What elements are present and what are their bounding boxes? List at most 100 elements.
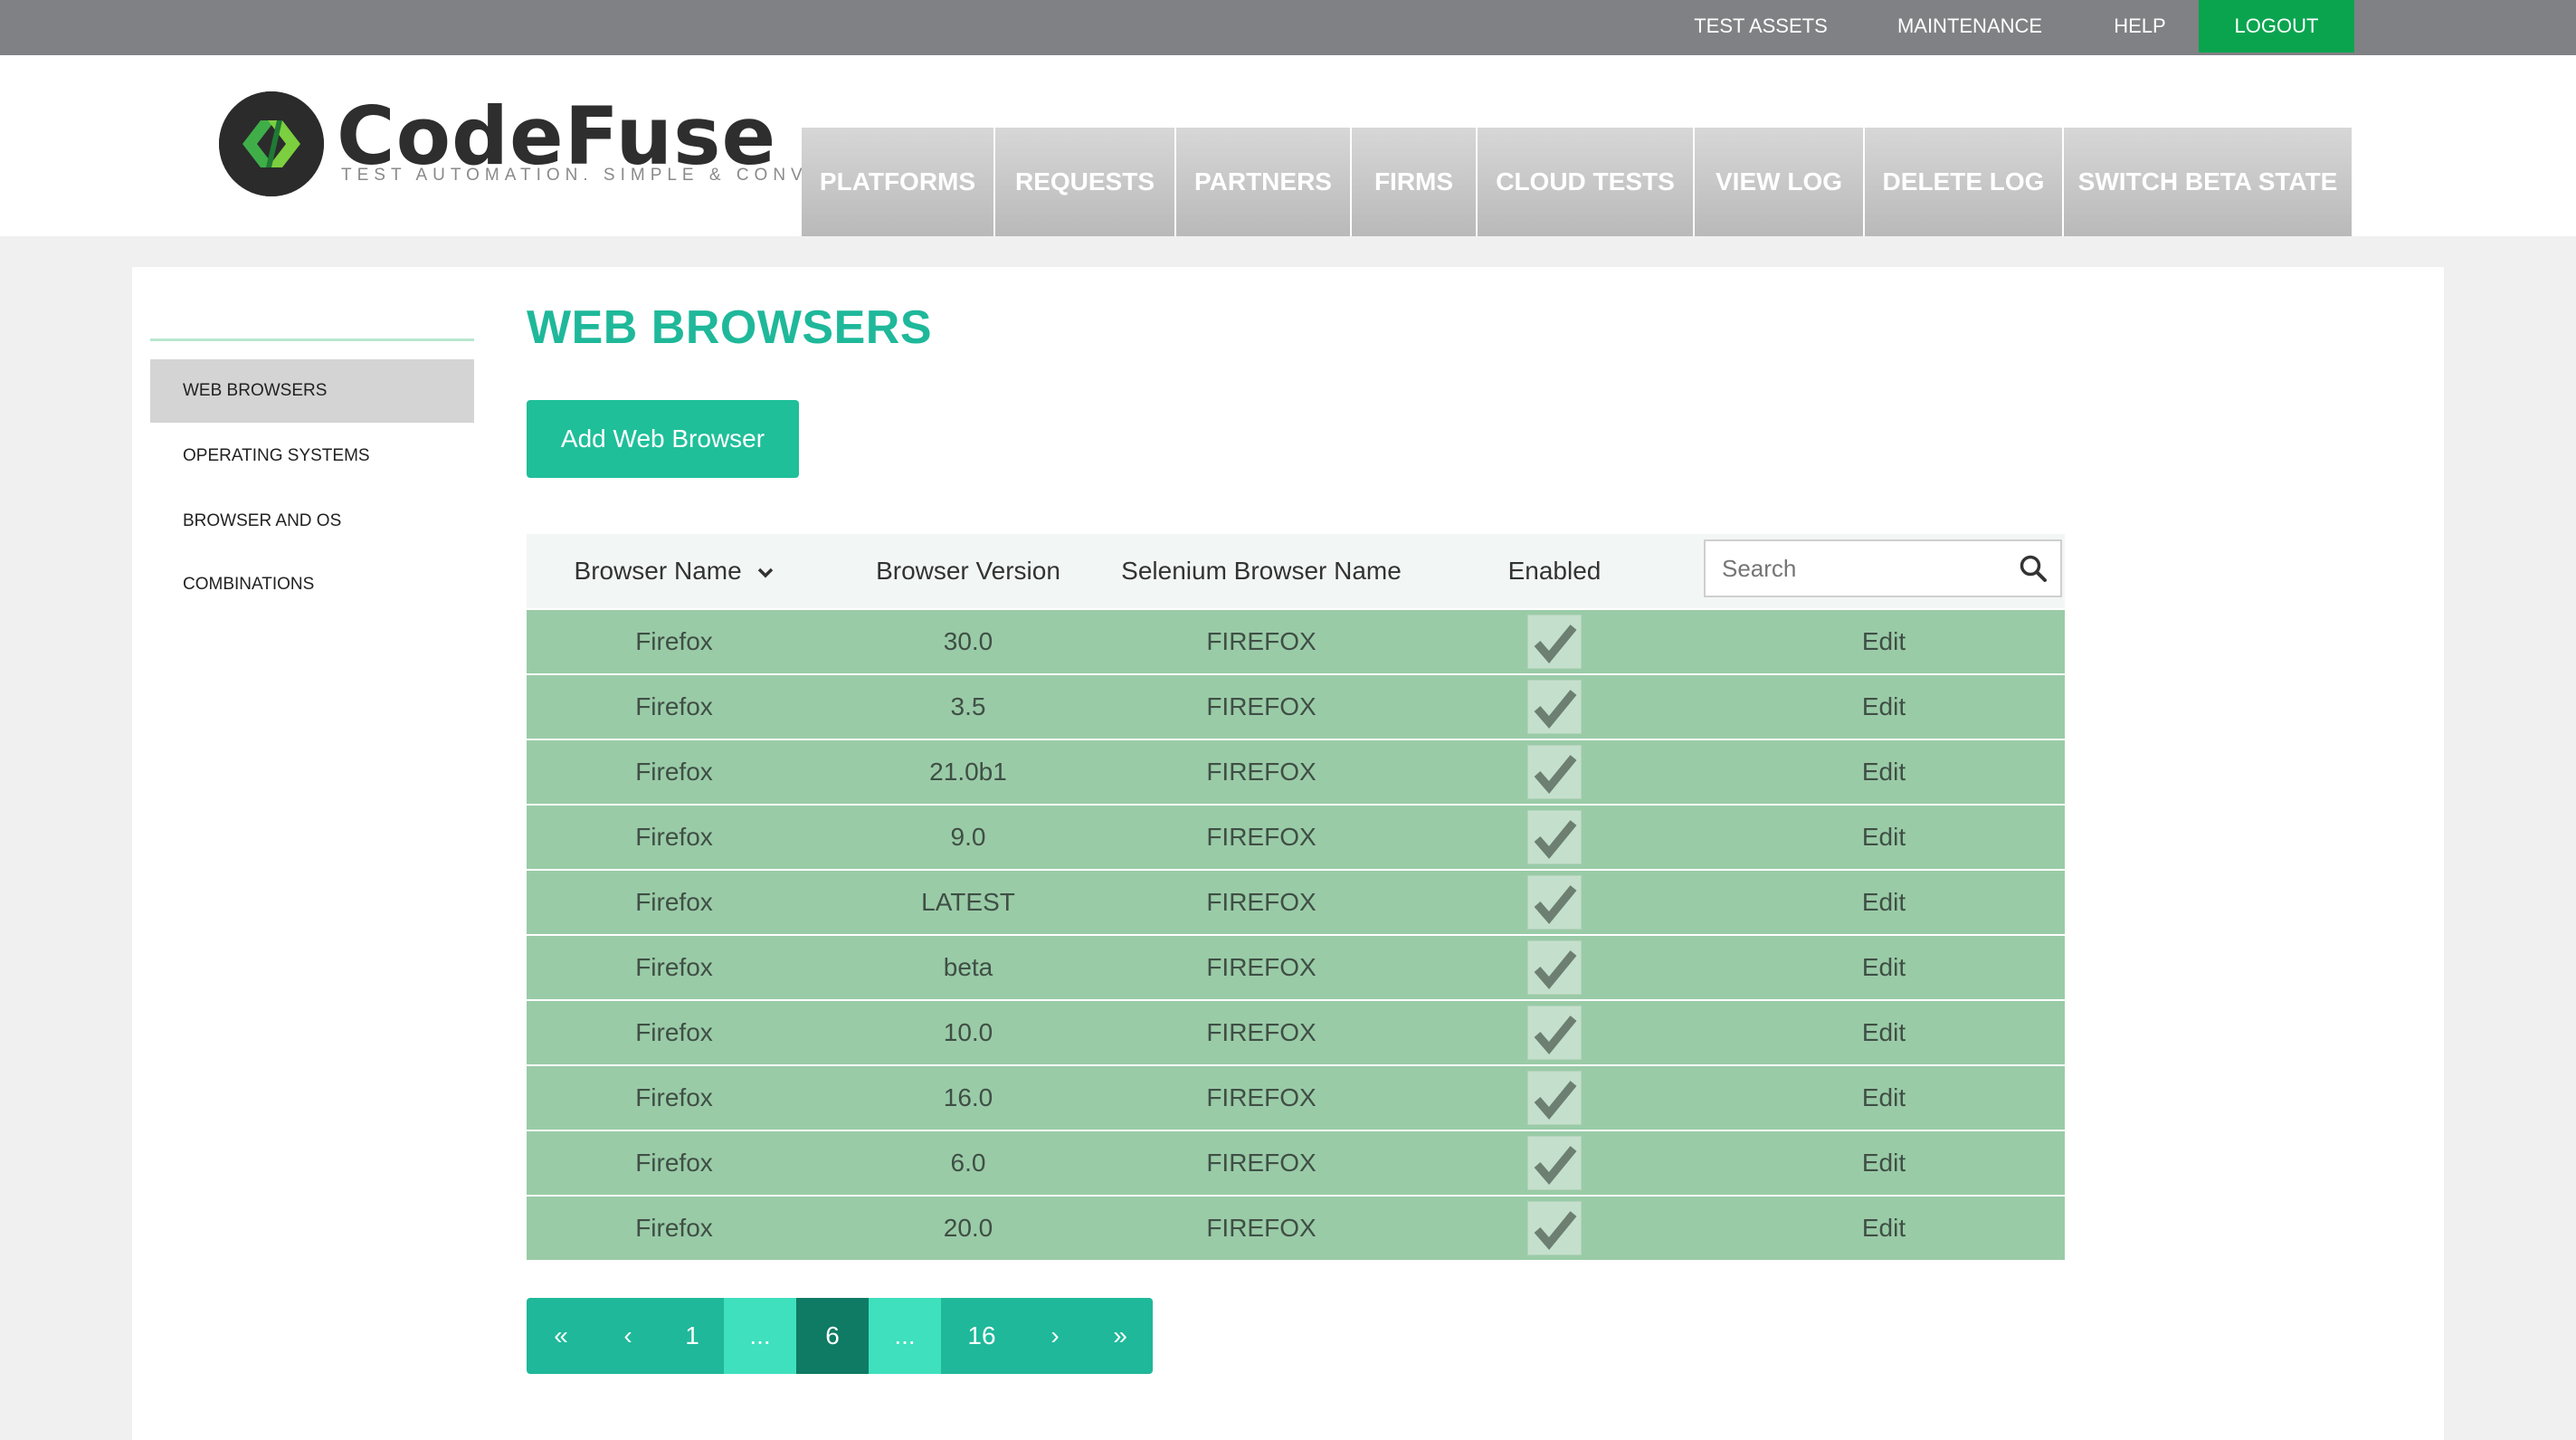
enabled-checkbox[interactable] [1527,745,1582,799]
table-row: Firefox beta FIREFOX Edit [527,936,2065,999]
cell-selenium-name: FIREFOX [1206,1018,1317,1046]
page-current-button[interactable]: 6 [796,1298,869,1374]
cell-browser-name: Firefox [635,627,713,655]
page-ellipsis[interactable]: ... [869,1298,941,1374]
page-prev-button[interactable]: ‹ [595,1298,661,1374]
cell-browser-version: 10.0 [943,1018,993,1046]
cell-selenium-name: FIREFOX [1206,1214,1317,1242]
page-ellipsis[interactable]: ... [724,1298,796,1374]
page-next-button[interactable]: › [1022,1298,1088,1374]
cell-browser-version: LATEST [921,888,1015,916]
nav-platforms[interactable]: PLATFORMS [802,128,995,236]
page-1-button[interactable]: 1 [661,1298,724,1374]
cell-browser-version: 20.0 [943,1214,993,1242]
brand-name: CodeFuse [337,90,777,183]
main-nav: PLATFORMS REQUESTS PARTNERS FIRMS CLOUD … [802,128,2353,236]
logout-button[interactable]: LOGOUT [2199,0,2354,52]
cell-selenium-name: FIREFOX [1206,627,1317,655]
site-header: CodeFuse TEST AUTOMATION. SIMPLE & CONVE… [0,55,2576,236]
checkmark-icon [1534,950,1577,989]
cell-browser-version: beta [943,953,993,981]
edit-link[interactable]: Edit [1703,871,2065,934]
cell-browser-name: Firefox [635,888,713,916]
table-row: Firefox 20.0 FIREFOX Edit [527,1197,2065,1260]
page-first-button[interactable]: « [527,1298,595,1374]
table-row: Firefox 3.5 FIREFOX Edit [527,675,2065,739]
enabled-checkbox[interactable] [1527,615,1582,669]
cell-browser-version: 9.0 [950,823,986,851]
cell-selenium-name: FIREFOX [1206,1083,1317,1111]
enabled-checkbox[interactable] [1527,1071,1582,1125]
checkmark-icon [1534,1016,1577,1054]
checkmark-icon [1534,690,1577,729]
enabled-checkbox[interactable] [1527,875,1582,930]
enabled-checkbox[interactable] [1527,1201,1582,1255]
nav-requests[interactable]: REQUESTS [995,128,1176,236]
edit-link[interactable]: Edit [1703,675,2065,739]
checkmark-icon [1534,755,1577,794]
sidebar-item-browser-os-combinations[interactable]: BROWSER AND OS COMBINATIONS [150,490,474,594]
edit-link[interactable]: Edit [1703,1066,2065,1130]
enabled-checkbox[interactable] [1527,810,1582,864]
cell-browser-name: Firefox [635,1018,713,1046]
cell-browser-name: Firefox [635,1149,713,1177]
sidebar-item-web-browsers[interactable]: WEB BROWSERS [150,359,474,423]
cell-browser-version: 21.0b1 [929,758,1007,786]
enabled-checkbox[interactable] [1527,1136,1582,1190]
cell-selenium-name: FIREFOX [1206,888,1317,916]
sidebar-divider [150,339,474,341]
cell-browser-version: 6.0 [950,1149,986,1177]
edit-link[interactable]: Edit [1703,740,2065,804]
edit-link[interactable]: Edit [1703,806,2065,869]
chevron-down-icon[interactable] [757,534,774,608]
table-row: Firefox 9.0 FIREFOX Edit [527,806,2065,869]
cell-selenium-name: FIREFOX [1206,1149,1317,1177]
enabled-checkbox[interactable] [1527,680,1582,734]
cell-browser-name: Firefox [635,1214,713,1242]
checkmark-icon [1534,1211,1577,1250]
codefuse-logo-icon[interactable] [219,91,324,196]
checkmark-icon [1534,1146,1577,1185]
table-row: Firefox 16.0 FIREFOX Edit [527,1066,2065,1130]
cell-browser-name: Firefox [635,758,713,786]
nav-delete-log[interactable]: DELETE LOG [1865,128,2064,236]
table-row: Firefox 10.0 FIREFOX Edit [527,1001,2065,1064]
search-icon[interactable] [2019,554,2048,583]
nav-cloud-tests[interactable]: CLOUD TESTS [1478,128,1695,236]
column-browser-name[interactable]: Browser Name [527,534,822,608]
test-assets-link[interactable]: TEST ASSETS [1676,0,1846,52]
cell-selenium-name: FIREFOX [1206,823,1317,851]
add-web-browser-button[interactable]: Add Web Browser [527,400,799,478]
cell-browser-name: Firefox [635,953,713,981]
nav-firms[interactable]: FIRMS [1352,128,1478,236]
edit-link[interactable]: Edit [1703,1131,2065,1195]
sidebar-item-operating-systems[interactable]: OPERATING SYSTEMS [150,424,474,488]
edit-link[interactable]: Edit [1703,610,2065,673]
enabled-checkbox[interactable] [1527,940,1582,995]
nav-partners[interactable]: PARTNERS [1176,128,1352,236]
search-input[interactable] [1706,541,2004,596]
cell-selenium-name: FIREFOX [1206,758,1317,786]
enabled-checkbox[interactable] [1527,1006,1582,1060]
help-link[interactable]: HELP [2090,0,2190,52]
cell-browser-version: 3.5 [950,692,986,720]
column-enabled[interactable]: Enabled [1408,534,1701,608]
search-box [1704,539,2062,597]
checkmark-icon [1534,820,1577,859]
cell-selenium-name: FIREFOX [1206,692,1317,720]
edit-link[interactable]: Edit [1703,1001,2065,1064]
column-browser-version[interactable]: Browser Version [822,534,1115,608]
table-row: Firefox 30.0 FIREFOX Edit [527,610,2065,673]
table-row: Firefox 6.0 FIREFOX Edit [527,1131,2065,1195]
page-last-number-button[interactable]: 16 [941,1298,1022,1374]
maintenance-link[interactable]: MAINTENANCE [1877,0,2063,52]
edit-link[interactable]: Edit [1703,1197,2065,1260]
cell-browser-version: 30.0 [943,627,993,655]
column-selenium-browser-name[interactable]: Selenium Browser Name [1115,534,1408,608]
nav-switch-beta-state[interactable]: SWITCH BETA STATE [2064,128,2353,236]
nav-view-log[interactable]: VIEW LOG [1695,128,1865,236]
page-last-button[interactable]: » [1088,1298,1153,1374]
edit-link[interactable]: Edit [1703,936,2065,999]
table-row: Firefox LATEST FIREFOX Edit [527,871,2065,934]
checkmark-icon [1534,625,1577,663]
